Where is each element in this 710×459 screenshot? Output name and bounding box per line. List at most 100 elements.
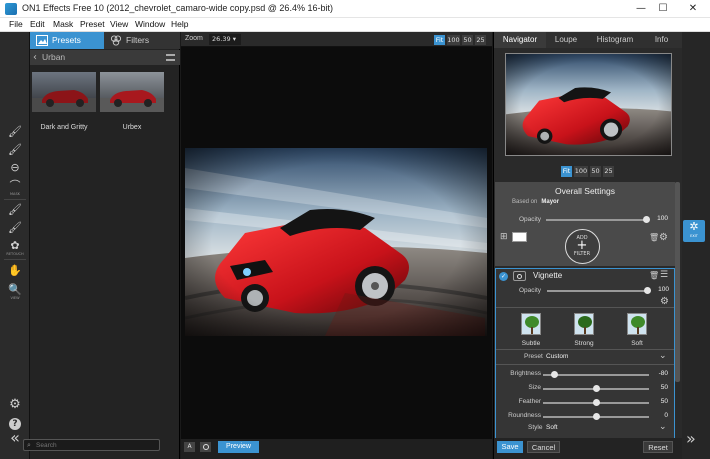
list-view-icon[interactable] (166, 54, 175, 61)
based-on-row: Based on Mayor (512, 199, 559, 205)
layer-icon[interactable]: ⊞ (500, 232, 508, 242)
slider-value: -80 (658, 370, 668, 377)
vignette-opacity-slider[interactable] (547, 290, 648, 292)
retouch-tool[interactable]: ✿ RETOUCH (4, 238, 26, 258)
add-filter-button[interactable]: ADD + FILTER (565, 229, 600, 264)
tab-histogram[interactable]: Histogram (586, 32, 644, 48)
slider-label: Roundness (508, 412, 541, 419)
tab-presets[interactable]: Presets (30, 32, 104, 49)
slider-row-brightness: Brightness -80 (496, 369, 674, 381)
chevron-down-icon: ⌄ (659, 351, 667, 361)
tab-loupe[interactable]: Loupe (546, 32, 586, 48)
circle-icon (202, 444, 209, 450)
refine-icon: ⊖ (10, 161, 20, 174)
mask-swatch[interactable] (512, 232, 527, 242)
nav-zoom-25-button[interactable]: 25 (603, 166, 614, 177)
chevron-double-right-icon[interactable]: » (686, 429, 696, 448)
zoom-50-button[interactable]: 50 (462, 35, 473, 45)
menu-view[interactable]: View (110, 19, 128, 29)
trash-icon[interactable]: 🗑 (649, 271, 659, 280)
category-breadcrumb[interactable]: ‹ Urban (30, 50, 180, 65)
slider-value: 0 (664, 412, 668, 419)
retouch-brush-tool[interactable]: 🖌 (4, 202, 26, 222)
zoom-label: Zoom (185, 35, 203, 42)
cancel-button[interactable]: Cancel (527, 441, 560, 453)
trash-icon[interactable]: 🗑 (649, 233, 659, 242)
vignette-preset-strong-thumb[interactable] (574, 313, 594, 335)
preset-urbex[interactable]: Urbex (100, 72, 164, 132)
slider-track[interactable] (543, 374, 649, 376)
menu-window[interactable]: Window (135, 19, 165, 29)
save-button[interactable]: Save (497, 441, 523, 453)
menu-help[interactable]: Help (171, 19, 188, 29)
vignette-preset-soft-thumb[interactable] (627, 313, 647, 335)
menu-mask[interactable]: Mask (53, 19, 73, 29)
exit-module-button[interactable]: ✲ EXIT (683, 220, 705, 242)
zoom-dropdown[interactable]: 26.39 ▾ (209, 34, 241, 45)
tab-navigator[interactable]: Navigator (494, 32, 546, 48)
zoom-25-button[interactable]: 25 (475, 35, 486, 45)
main-photo[interactable] (185, 148, 487, 336)
navigator-thumbnail[interactable] (505, 53, 672, 156)
reset-button[interactable]: Reset (643, 441, 673, 453)
tab-info[interactable]: Info (644, 32, 679, 48)
preset-dropdown[interactable]: Preset Custom ⌄ (496, 351, 674, 363)
vignette-preset-label: Soft (631, 340, 643, 347)
refine-brush-tool[interactable]: ⊖ (4, 160, 26, 180)
slider-knob[interactable] (593, 385, 600, 392)
preview-button[interactable]: Preview (218, 441, 259, 453)
settings-button[interactable]: ⚙ (4, 397, 26, 417)
slider-knob[interactable] (593, 413, 600, 420)
exit-caption: EXIT (690, 234, 698, 238)
vignette-title: Vignette (533, 271, 563, 280)
close-button[interactable]: ✕ (676, 0, 710, 18)
vignette-opacity-knob[interactable] (644, 287, 651, 294)
masking-brush-tool[interactable]: 🖌 (4, 124, 26, 144)
slider-row-feather: Feather 50 (496, 397, 674, 409)
nav-zoom-fit-button[interactable]: Fit (561, 166, 572, 177)
gear-icon[interactable]: ⚙ (660, 296, 669, 307)
slider-value: 50 (660, 398, 668, 405)
divider (496, 307, 674, 308)
mask-view-button[interactable] (200, 442, 211, 452)
before-after-button[interactable]: A (184, 442, 195, 452)
style-dropdown[interactable]: Style Soft ⌄ (496, 422, 674, 434)
zoom-fit-button[interactable]: Fit (434, 35, 445, 45)
maximize-button[interactable]: ☐ (646, 0, 680, 18)
filters-icon (110, 35, 122, 46)
vignette-preset-subtle-thumb[interactable] (521, 313, 541, 335)
module-strip: ✲ EXIT » (682, 32, 710, 459)
slider-knob[interactable] (550, 371, 558, 378)
overall-opacity-knob[interactable] (643, 216, 650, 223)
masking-bug-tool[interactable]: 🖌 (4, 142, 26, 162)
menu-icon[interactable]: ☰ (660, 270, 668, 280)
filter-mask-icon[interactable] (513, 271, 526, 281)
gear-icon[interactable]: ⚙ (659, 232, 668, 243)
preset-dark-and-gritty[interactable]: Dark and Gritty (32, 72, 96, 132)
clone-stamp-tool[interactable]: 🖌 (4, 220, 26, 240)
zoom-100-button[interactable]: 100 (447, 35, 460, 45)
check-icon[interactable]: ✓ (499, 272, 508, 281)
tab-filters[interactable]: Filters (104, 32, 180, 49)
right-panel-scrollbar[interactable] (675, 182, 680, 382)
chevron-left-icon[interactable]: ‹ (33, 50, 37, 65)
preset-dropdown-value: Custom (546, 353, 569, 360)
nav-zoom-50-button[interactable]: 50 (590, 166, 601, 177)
hand-tool[interactable]: ✋ (4, 263, 26, 283)
hand-icon: ✋ (8, 264, 22, 277)
overall-opacity-slider[interactable] (546, 219, 647, 221)
zoom-tool[interactable]: 🔍 VIEW (4, 282, 26, 302)
preset-thumbnail (100, 72, 164, 112)
mask-tool[interactable]: ⌒ MASK (4, 178, 26, 198)
preset-thumbnail-image (100, 72, 164, 112)
preset-dropdown-label: Preset (524, 353, 543, 360)
menu-file[interactable]: File (9, 19, 23, 29)
preset-search[interactable]: ⌕ (23, 439, 160, 451)
menu-edit[interactable]: Edit (30, 19, 45, 29)
category-name: Urban (42, 52, 66, 62)
slider-knob[interactable] (593, 399, 600, 406)
search-input[interactable] (36, 440, 156, 450)
overall-settings-panel: Overall Settings Based on Mayor Opacity 1… (495, 182, 675, 266)
menu-preset[interactable]: Preset (80, 19, 105, 29)
nav-zoom-100-button[interactable]: 100 (574, 166, 588, 177)
